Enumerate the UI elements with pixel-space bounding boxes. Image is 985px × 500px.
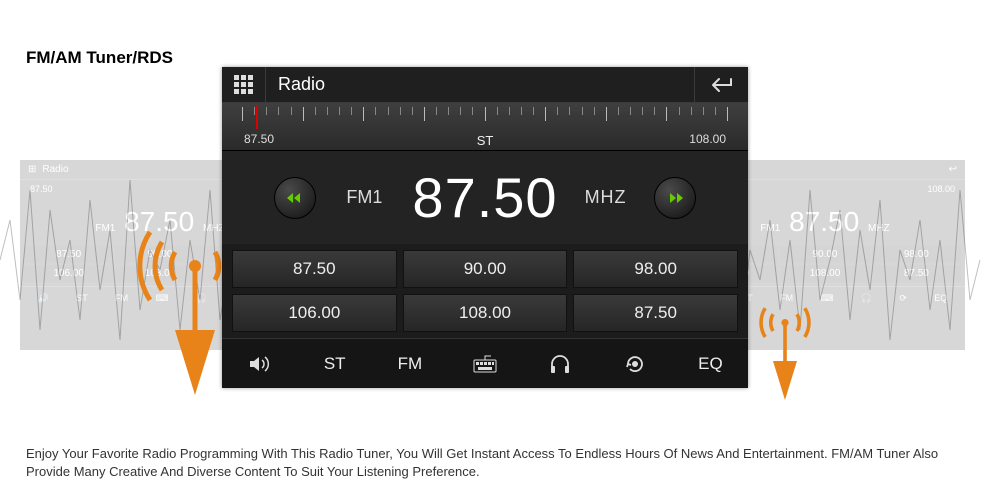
description-text: Enjoy Your Favorite Radio Programming Wi… — [26, 445, 959, 481]
preset-grid: 87.50 90.00 98.00 106.00 108.00 87.50 — [222, 244, 748, 338]
apps-grid-button[interactable] — [222, 67, 266, 103]
fm-button[interactable]: FM — [380, 339, 440, 389]
preset-button[interactable]: 98.00 — [573, 250, 738, 288]
preset-button[interactable]: 90.00 — [403, 250, 568, 288]
tuning-dial[interactable]: 87.50 108.00 ST — [222, 103, 748, 151]
headphones-button[interactable] — [530, 339, 590, 389]
headphones-icon — [549, 354, 571, 374]
radio-title: Radio — [266, 74, 694, 95]
scan-button[interactable] — [605, 339, 665, 389]
frequency-value: 87.50 — [412, 165, 557, 230]
preset-button[interactable]: 108.00 — [403, 294, 568, 332]
eq-button[interactable]: EQ — [680, 339, 740, 389]
grid-icon — [234, 75, 253, 94]
page-title: FM/AM Tuner/RDS — [26, 48, 173, 68]
preset-button[interactable]: 87.50 — [232, 250, 397, 288]
scan-icon — [624, 354, 646, 374]
tuning-needle — [256, 105, 258, 129]
keypad-button[interactable] — [455, 339, 515, 389]
preset-button[interactable]: 87.50 — [573, 294, 738, 332]
seek-prev-button[interactable] — [274, 177, 316, 219]
volume-button[interactable] — [230, 339, 290, 389]
back-arrow-icon — [707, 76, 737, 94]
back-button[interactable] — [694, 67, 748, 103]
seek-next-button[interactable] — [654, 177, 696, 219]
frequency-unit: MHZ — [576, 187, 636, 208]
band-label[interactable]: FM1 — [334, 187, 394, 208]
seek-prev-icon — [286, 191, 304, 205]
stereo-label: ST — [477, 133, 494, 148]
frequency-display-row: FM1 87.50 MHZ — [222, 151, 748, 244]
keyboard-icon — [473, 355, 497, 373]
speaker-icon — [248, 354, 272, 374]
dial-min-label: 87.50 — [244, 132, 274, 146]
stereo-button[interactable]: ST — [305, 339, 365, 389]
bottom-bar: ST FM EQ — [222, 338, 748, 388]
radio-header: Radio — [222, 67, 748, 103]
antenna-icon-right — [740, 300, 830, 410]
preset-button[interactable]: 106.00 — [232, 294, 397, 332]
seek-next-icon — [666, 191, 684, 205]
dial-max-label: 108.00 — [689, 132, 726, 146]
radio-panel: Radio 87.50 108.00 ST — [222, 67, 748, 388]
